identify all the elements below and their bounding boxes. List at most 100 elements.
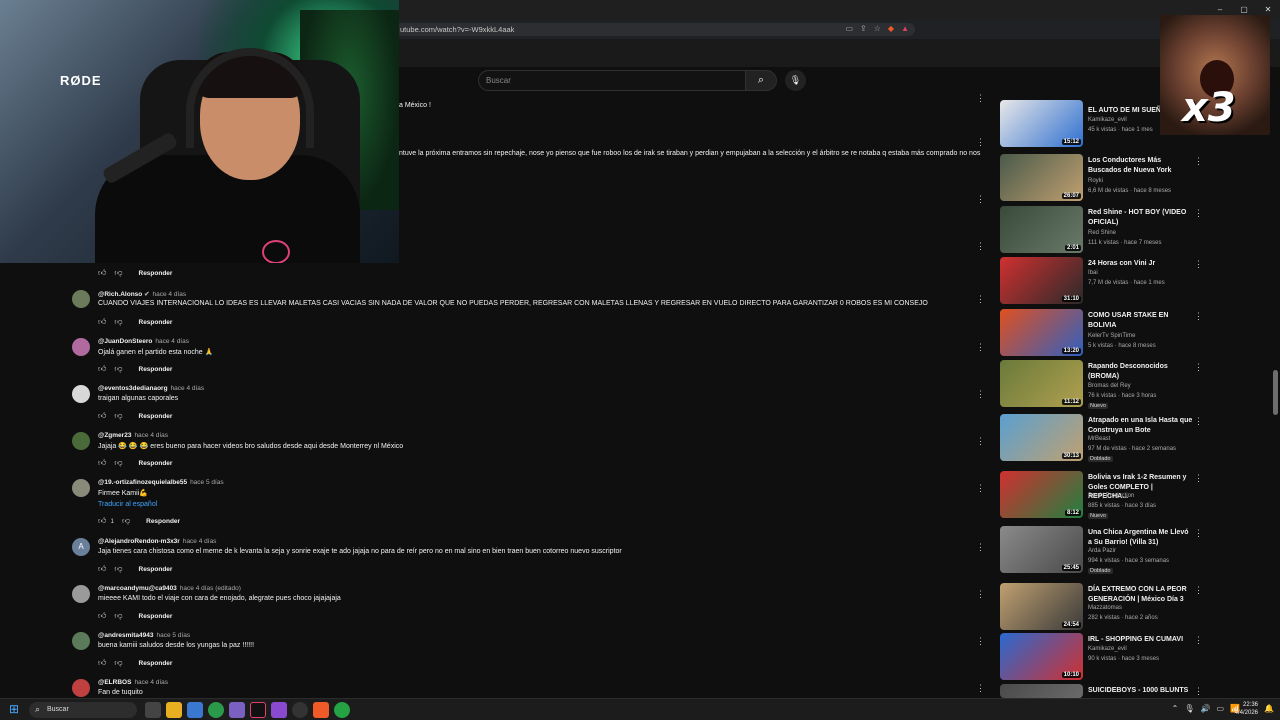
video-title[interactable]: Atrapado en una Isla Hasta que Construya… [1088,416,1193,435]
comment-time[interactable]: hace 5 días [190,479,224,486]
notification-icon[interactable]: 🔔 [1264,704,1274,713]
dislike-icon[interactable]: 👎︎ [114,317,122,327]
brave-icon[interactable] [313,702,329,718]
reply-button[interactable]: Responder [139,319,173,326]
search-button[interactable]: ⌕ [745,70,777,91]
channel-name[interactable]: Bromas del Rey [1088,383,1131,389]
like-icon[interactable]: 👍︎ [98,516,106,526]
comment-author[interactable]: @ELRBOS hace 4 días [98,679,168,686]
app-icon[interactable] [271,702,287,718]
comment-time[interactable]: hace 4 días [134,432,168,439]
comment-author[interactable]: @andresmita4943 hace 5 días [98,632,190,639]
avatar[interactable] [72,432,90,450]
reply-button[interactable]: Responder [139,566,173,573]
comment-author[interactable]: @AlejandroRendon-m3x3r hace 4 días [98,538,216,545]
comment-author[interactable]: @Zgmer23 hace 4 días [98,432,168,439]
like-icon[interactable]: 👍︎ [98,611,106,621]
dislike-icon[interactable]: 👎︎ [114,611,122,621]
comment-menu-icon[interactable]: ⋮ [976,389,985,400]
like-icon[interactable]: 👍︎ [98,317,106,327]
search-input[interactable]: Buscar [478,70,746,91]
video-menu-icon[interactable]: ⋮ [1194,362,1203,373]
comment-menu-icon[interactable]: ⋮ [976,194,985,205]
page-scrollbar[interactable] [1273,370,1278,415]
reply-button[interactable]: Responder [139,270,173,277]
comment-menu-icon[interactable]: ⋮ [976,436,985,447]
taskbar-search[interactable]: ⌕ Buscar [29,702,137,718]
like-icon[interactable]: 👍︎ [98,658,106,668]
dislike-icon[interactable]: 👎︎ [114,411,122,421]
video-menu-icon[interactable]: ⋮ [1194,473,1203,484]
avatar[interactable] [72,385,90,403]
comment-menu-icon[interactable]: ⋮ [976,137,985,148]
video-title[interactable]: SUICIDEBOYS - 1000 BLUNTS [1088,686,1193,696]
comment-menu-icon[interactable]: ⋮ [976,542,985,553]
reply-button[interactable]: Responder [139,613,173,620]
obs-icon[interactable] [292,702,308,718]
video-title[interactable]: DÍA EXTREMO CON LA PEOR GENERACIÓN | Méx… [1088,585,1193,604]
comment-menu-icon[interactable]: ⋮ [976,241,985,252]
reply-button[interactable]: Responder [139,660,173,667]
dislike-icon[interactable]: 👎︎ [114,458,122,468]
comment-time[interactable]: hace 4 días [155,338,189,345]
video-thumbnail[interactable]: 13:20 [1000,309,1083,356]
channel-name[interactable]: Kamikaze_evil [1088,117,1127,123]
brave-rewards-icon[interactable]: ▲ [901,24,909,33]
like-icon[interactable]: 👍︎ [98,564,106,574]
comment-author[interactable]: @Rich.Alonso ✔ hace 4 días [98,290,186,298]
video-thumbnail[interactable]: 24:54 [1000,583,1083,630]
video-title[interactable]: IRL - SHOPPING EN CUMAVI [1088,635,1193,645]
comment-time[interactable]: hace 4 días [171,385,205,392]
video-title[interactable]: Los Conductores Más Buscados de Nueva Yo… [1088,156,1193,175]
microphone-icon[interactable]: 🎙 [1184,704,1194,713]
video-thumbnail[interactable]: 30:13 [1000,414,1083,461]
video-menu-icon[interactable]: ⋮ [1194,156,1203,167]
video-menu-icon[interactable]: ⋮ [1194,528,1203,539]
dislike-icon[interactable]: 👎︎ [114,268,122,278]
avatar[interactable] [72,338,90,356]
comment-menu-icon[interactable]: ⋮ [976,294,985,305]
brave-shield-icon[interactable]: ◆ [888,24,894,33]
video-thumbnail[interactable] [1000,684,1083,698]
channel-name[interactable]: Royki [1088,178,1103,184]
share-icon[interactable]: ⇪ [860,24,867,33]
file-explorer-icon[interactable] [166,702,182,718]
windows-start-icon[interactable]: ⊞ [9,703,22,716]
comment-time[interactable]: hace 5 días [156,632,190,639]
video-title[interactable]: Rapando Desconocidos (BROMA) [1088,362,1193,381]
dislike-icon[interactable]: 👎︎ [114,658,122,668]
dislike-icon[interactable]: 👎︎ [114,364,122,374]
store-icon[interactable] [187,702,203,718]
dislike-icon[interactable]: 👎︎ [114,564,122,574]
comment-author[interactable]: @eventos3dedianaorg hace 4 días [98,385,204,392]
channel-name[interactable]: Mazzatomas [1088,605,1122,611]
video-menu-icon[interactable]: ⋮ [1194,686,1203,697]
chrome-icon[interactable] [208,702,224,718]
channel-name[interactable]: Arda Pazir [1088,548,1116,554]
channel-name[interactable]: Berd | Production [1088,493,1134,499]
dislike-icon[interactable]: 👎︎ [122,516,130,526]
comment-menu-icon[interactable]: ⋮ [976,342,985,353]
channel-name[interactable]: Ibai [1088,270,1098,276]
volume-icon[interactable]: 🔊 [1201,704,1211,713]
video-title[interactable]: Una Chica Argentina Me Llevó a Su Barrio… [1088,528,1193,547]
video-menu-icon[interactable]: ⋮ [1194,416,1203,427]
video-menu-icon[interactable]: ⋮ [1194,259,1203,270]
video-thumbnail[interactable]: 15:12 [1000,100,1083,147]
display-icon[interactable]: ▭ [1216,704,1224,713]
channel-name[interactable]: Red Shine [1088,230,1116,236]
translate-link[interactable]: Traducir al español [98,501,157,508]
comment-menu-icon[interactable]: ⋮ [976,683,985,694]
bookmark-icon[interactable]: ☆ [874,24,881,33]
video-thumbnail[interactable]: 26:07 [1000,154,1083,201]
install-icon[interactable]: ▭ [845,24,853,33]
comment-menu-icon[interactable]: ⋮ [976,483,985,494]
reply-button[interactable]: Responder [146,518,180,525]
avatar[interactable] [72,479,90,497]
video-title[interactable]: 24 Horas con Vini Jr [1088,259,1193,269]
reply-button[interactable]: Responder [139,413,173,420]
like-icon[interactable]: 👍︎ [98,268,106,278]
video-thumbnail[interactable]: 31:10 [1000,257,1083,304]
channel-name[interactable]: KelerTv SpinTime [1088,333,1135,339]
avatar[interactable] [72,679,90,697]
